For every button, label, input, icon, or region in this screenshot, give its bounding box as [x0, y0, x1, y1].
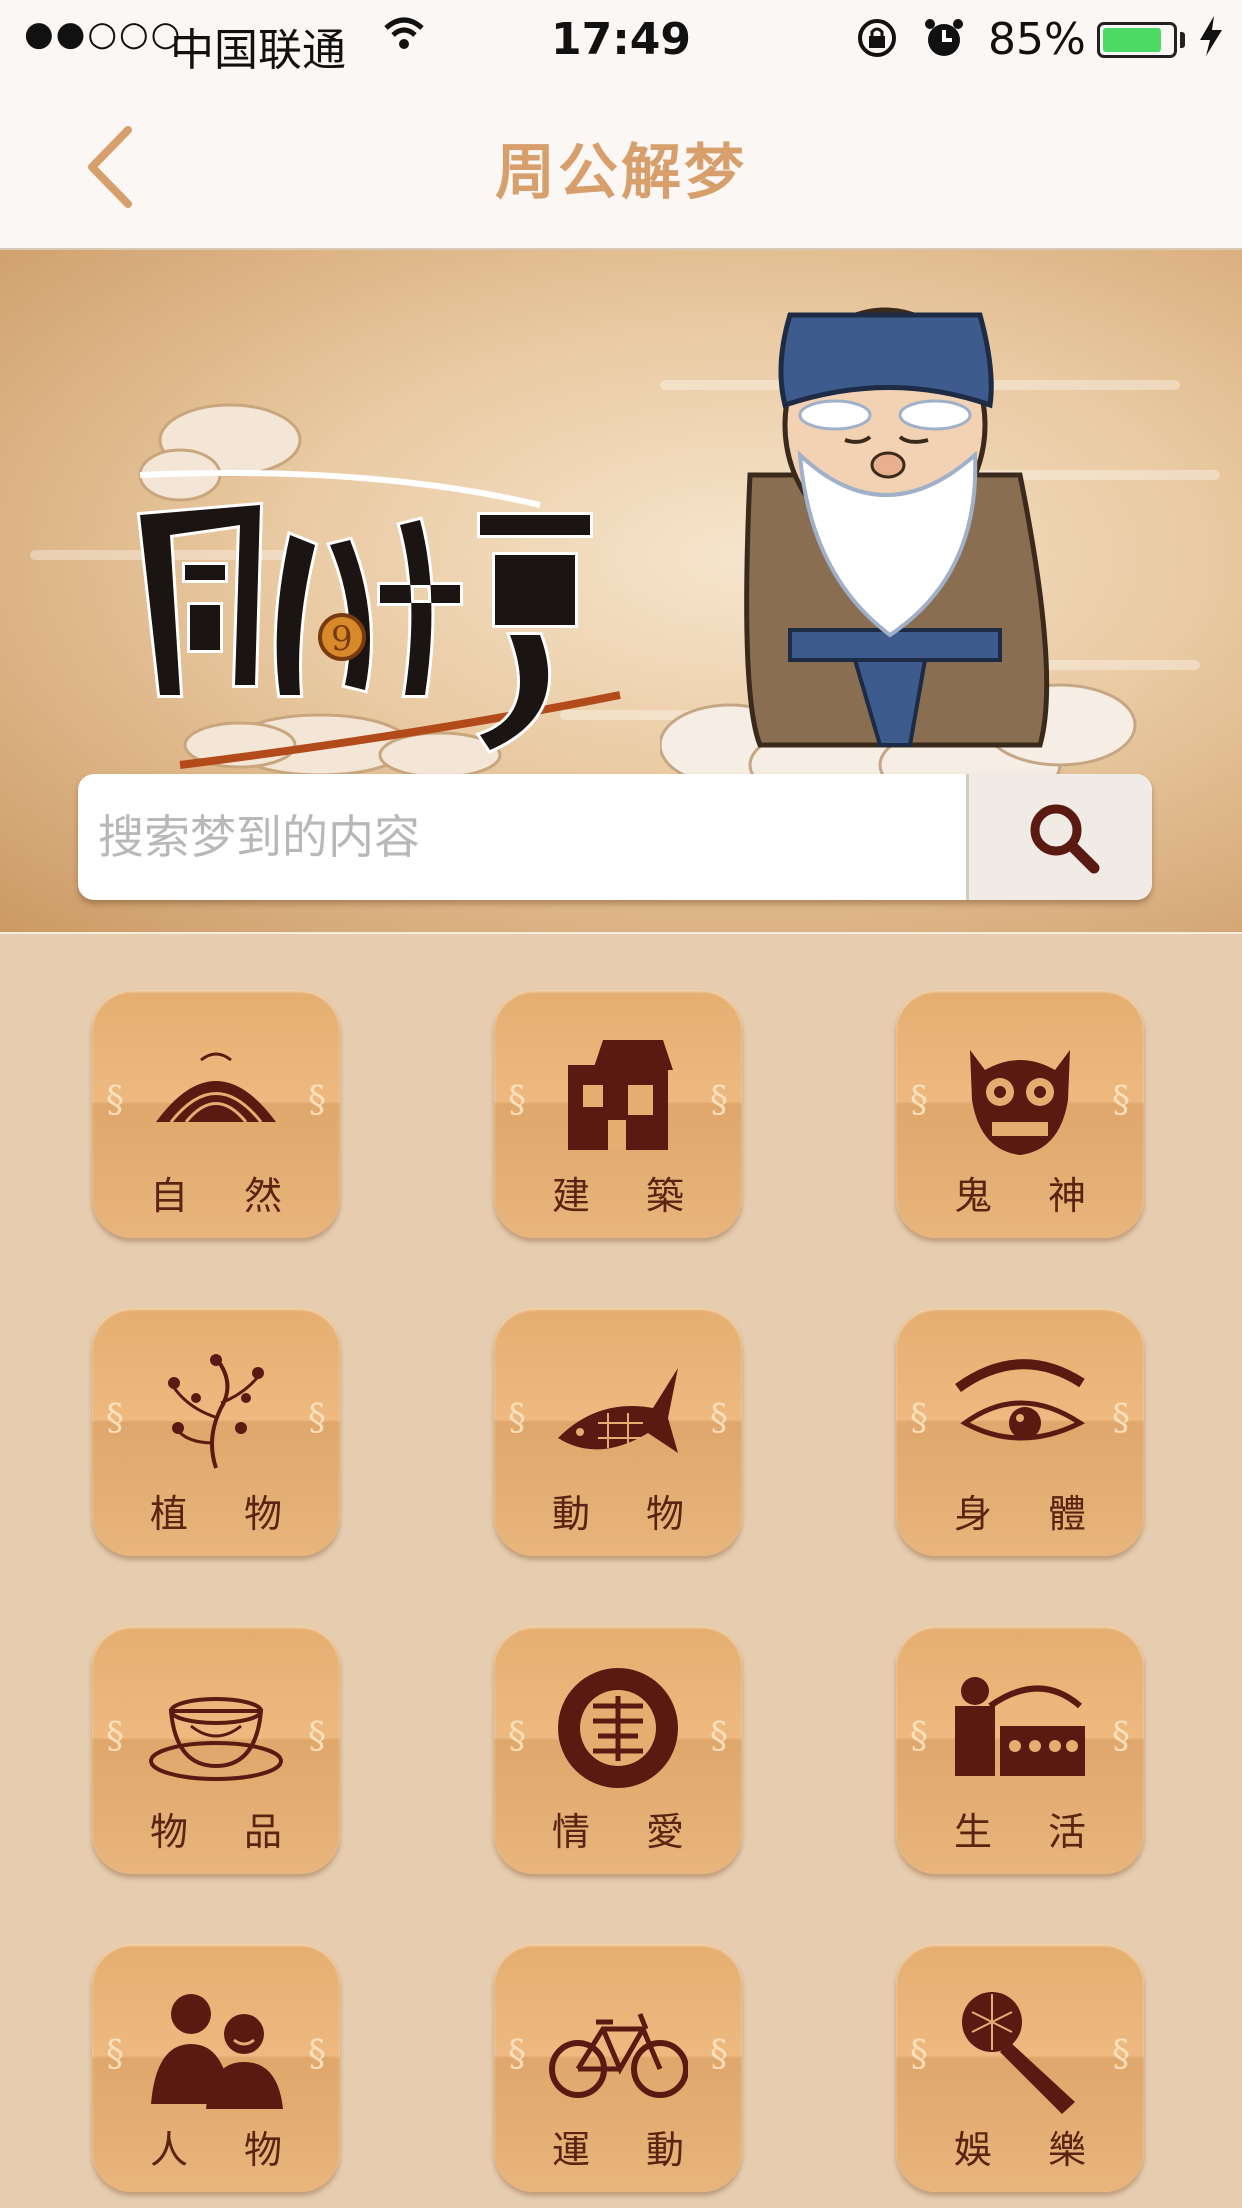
demon-mask-icon — [970, 1050, 1070, 1155]
category-tile[interactable]: § § 植 物 — [92, 1308, 340, 1556]
category-tile[interactable]: § § 物 品 — [92, 1626, 340, 1874]
scroll-ornament-icon: § — [508, 1080, 526, 1121]
double-happiness-icon — [558, 1668, 678, 1788]
svg-text:9: 9 — [331, 619, 353, 659]
scroll-ornament-icon: § — [1112, 1080, 1130, 1121]
market-scene-icon — [955, 1677, 1085, 1776]
category-tile[interactable]: § § 生 活 — [896, 1626, 1144, 1874]
mountain-icon — [156, 1052, 276, 1123]
scroll-ornament-icon: § — [508, 1398, 526, 1439]
scroll-ornament-icon: § — [1112, 1716, 1130, 1757]
scroll-ornament-icon: § — [508, 2034, 526, 2075]
scroll-ornament-icon: § — [308, 1398, 326, 1439]
category-label: 生 活 — [953, 1810, 1109, 1854]
scroll-ornament-icon: § — [106, 2034, 124, 2075]
category-tile[interactable]: § § 運 動 — [494, 1944, 742, 2192]
status-bar: ●●○○○ 中国联通 17:49 85% — [0, 0, 1242, 84]
search-input[interactable] — [78, 774, 966, 900]
microphone-icon — [962, 1992, 1075, 2114]
scroll-ornament-icon: § — [508, 1716, 526, 1757]
category-label: 鬼 神 — [953, 1174, 1109, 1218]
category-label: 建 築 — [551, 1174, 707, 1218]
people-icon — [151, 1994, 283, 2109]
scroll-ornament-icon: § — [910, 1398, 928, 1439]
search-icon — [1030, 804, 1100, 874]
scroll-ornament-icon: § — [308, 1716, 326, 1757]
fish-icon — [558, 1368, 678, 1453]
category-tile[interactable]: § § 動 物 — [494, 1308, 742, 1556]
scroll-ornament-icon: § — [910, 2034, 928, 2075]
plum-branch-icon — [168, 1354, 264, 1469]
scroll-ornament-icon: § — [710, 2034, 728, 2075]
eye-icon — [955, 1359, 1085, 1441]
alarm-icon — [922, 16, 966, 71]
battery-tip — [1180, 32, 1185, 48]
category-label: 娛 樂 — [953, 2128, 1109, 2172]
charging-bolt-icon — [1196, 14, 1226, 69]
category-tile[interactable]: § § 人 物 — [92, 1944, 340, 2192]
scroll-ornament-icon: § — [106, 1080, 124, 1121]
category-label: 物 品 — [149, 1810, 305, 1854]
scroll-ornament-icon: § — [308, 1080, 326, 1121]
category-tile[interactable]: § § 身 體 — [896, 1308, 1144, 1556]
scroll-ornament-icon: § — [106, 1716, 124, 1757]
zhougong-calligraphy-logo: 9 — [136, 403, 621, 779]
battery-percent: 85% — [988, 14, 1086, 65]
category-label: 自 然 — [149, 1174, 305, 1218]
category-label: 人 物 — [149, 2128, 305, 2172]
bowl-icon — [149, 1697, 283, 1781]
category-tile[interactable]: § § 娛 樂 — [896, 1944, 1144, 2192]
search-button[interactable] — [966, 774, 1152, 900]
category-label: 植 物 — [149, 1492, 305, 1536]
search-bar — [78, 774, 1152, 900]
bicycle-icon — [549, 2013, 688, 2098]
category-label: 情 愛 — [551, 1810, 707, 1854]
category-label: 運 動 — [551, 2128, 707, 2172]
battery-icon — [1097, 22, 1177, 58]
scroll-ornament-icon: § — [308, 2034, 326, 2075]
scroll-ornament-icon: § — [1112, 1398, 1130, 1439]
building-icon — [568, 1040, 673, 1150]
scroll-ornament-icon: § — [1112, 2034, 1130, 2075]
rotation-lock-icon — [855, 16, 899, 71]
category-tile[interactable]: § § 情 愛 — [494, 1626, 742, 1874]
scroll-ornament-icon: § — [910, 1080, 928, 1121]
page-title: 周公解梦 — [495, 138, 747, 208]
category-grid: § § 自 然 § § 建 築 § § 鬼 神 § § 植 物 § § 動 物 § § 身 體 § § 物 品 § § 情 愛… — [0, 932, 1242, 2208]
scroll-ornament-icon: § — [710, 1716, 728, 1757]
hero-banner: 9 — [0, 250, 1242, 932]
category-tile[interactable]: § § 自 然 — [92, 990, 340, 1238]
category-tile[interactable]: § § 鬼 神 — [896, 990, 1144, 1238]
scroll-ornament-icon: § — [106, 1398, 124, 1439]
scroll-ornament-icon: § — [710, 1080, 728, 1121]
scroll-ornament-icon: § — [910, 1716, 928, 1757]
duke-of-zhou-illustration — [660, 307, 1137, 805]
category-tile[interactable]: § § 建 築 — [494, 990, 742, 1238]
scroll-ornament-icon: § — [710, 1398, 728, 1439]
navigation-bar: 周公解梦 — [0, 84, 1242, 250]
category-label: 動 物 — [551, 1492, 707, 1536]
category-label: 身 體 — [953, 1492, 1109, 1536]
